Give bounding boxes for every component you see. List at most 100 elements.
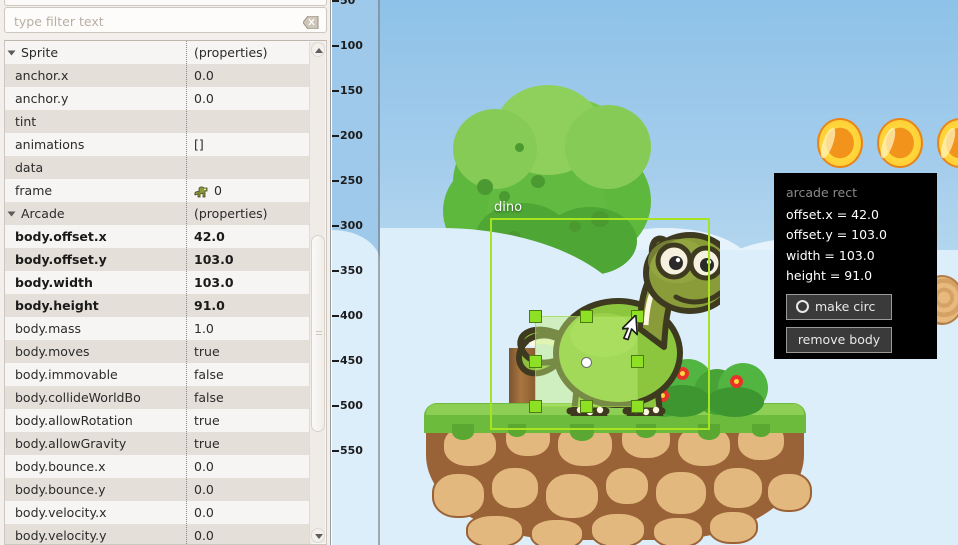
- property-value[interactable]: 103.0: [182, 252, 311, 267]
- scroll-down-arrow-icon[interactable]: [311, 528, 325, 543]
- ruler-tick-mark: [332, 224, 339, 227]
- scrollbar-thumb[interactable]: [311, 235, 325, 432]
- arcade-body-tooltip[interactable]: arcade rect offset.x = 42.0 offset.y = 1…: [774, 173, 937, 359]
- table-row[interactable]: frame 0: [5, 179, 311, 202]
- property-name-label: data: [15, 160, 44, 175]
- property-name-label: animations: [15, 137, 85, 152]
- ruler-tick-label: 550: [340, 444, 363, 457]
- property-name-label: body.bounce.y: [15, 482, 106, 497]
- property-value[interactable]: 0: [182, 183, 311, 198]
- table-row[interactable]: body.offset.x 42.0: [5, 225, 311, 248]
- table-row[interactable]: body.bounce.y 0.0: [5, 478, 311, 501]
- property-value[interactable]: (properties): [182, 45, 311, 60]
- property-value[interactable]: 0.0: [182, 528, 311, 543]
- property-name: Sprite: [5, 45, 182, 60]
- table-row[interactable]: body.allowRotation true: [5, 409, 311, 432]
- table-row[interactable]: body.immovable false: [5, 363, 311, 386]
- ruler-ticks: 50 100 150 200 250 300 350 400 450 500 550: [332, 0, 380, 545]
- property-name: body.height: [5, 298, 182, 313]
- property-value[interactable]: false: [182, 367, 311, 382]
- property-value[interactable]: 0.0: [182, 482, 311, 497]
- ruler-tick: 200: [332, 129, 363, 142]
- table-row[interactable]: animations []: [5, 133, 311, 156]
- resize-handle-se[interactable]: [631, 400, 644, 413]
- table-row[interactable]: body.height 91.0: [5, 294, 311, 317]
- filter-field[interactable]: [4, 7, 327, 33]
- property-value[interactable]: 91.0: [182, 298, 311, 313]
- property-value[interactable]: 42.0: [182, 229, 311, 244]
- table-row[interactable]: body.mass 1.0: [5, 317, 311, 340]
- tooltip-offset-y: offset.y = 103.0: [786, 227, 887, 242]
- ruler-tick-label: 100: [340, 39, 363, 52]
- table-row[interactable]: body.velocity.x 0.0: [5, 501, 311, 524]
- table-row[interactable]: Sprite (properties): [5, 41, 311, 64]
- property-value[interactable]: 103.0: [182, 275, 311, 290]
- table-row[interactable]: body.bounce.x 0.0: [5, 455, 311, 478]
- properties-scrollbar[interactable]: [309, 42, 325, 543]
- coin[interactable]: [817, 118, 863, 168]
- property-value[interactable]: []: [182, 137, 311, 152]
- table-row[interactable]: body.allowGravity true: [5, 432, 311, 455]
- resize-handle-e[interactable]: [631, 355, 644, 368]
- property-value[interactable]: 0.0: [182, 91, 311, 106]
- ruler-tick: 250: [332, 174, 363, 187]
- vertical-ruler[interactable]: 50 100 150 200 250 300 350 400 450 500 550: [332, 0, 380, 545]
- resize-handle-s[interactable]: [580, 400, 593, 413]
- table-row[interactable]: tint: [5, 110, 311, 133]
- property-value-label: false: [194, 390, 224, 405]
- properties-table[interactable]: Sprite (properties) anchor.x 0.0 anchor.y 0.0…: [4, 40, 327, 545]
- filter-input[interactable]: [14, 12, 284, 30]
- table-row[interactable]: body.offset.y 103.0: [5, 248, 311, 271]
- property-name-label: Sprite: [21, 45, 59, 60]
- property-name: body.allowGravity: [5, 436, 182, 451]
- circle-icon: [796, 300, 809, 313]
- property-value[interactable]: true: [182, 436, 311, 451]
- table-row[interactable]: data: [5, 156, 311, 179]
- property-name-label: body.mass: [15, 321, 81, 336]
- property-value-label: true: [194, 344, 220, 359]
- partial-clear-icon[interactable]: ⌫: [308, 0, 322, 3]
- property-name-label: anchor.y: [15, 91, 69, 106]
- property-value[interactable]: 1.0: [182, 321, 311, 336]
- twisty-expand-icon[interactable]: [7, 50, 16, 55]
- ruler-tick-mark: [332, 134, 339, 137]
- table-row[interactable]: body.velocity.y 0.0: [5, 524, 311, 544]
- clear-filter-icon[interactable]: [302, 14, 319, 30]
- coin[interactable]: [877, 118, 923, 168]
- property-name-label: body.bounce.x: [15, 459, 106, 474]
- resize-handle-nw[interactable]: [529, 310, 542, 323]
- property-value[interactable]: (properties): [182, 206, 311, 221]
- tooltip-title: arcade rect: [786, 185, 857, 200]
- ruler-tick-label: 450: [340, 354, 363, 367]
- property-value[interactable]: 0.0: [182, 68, 311, 83]
- property-value[interactable]: 0.0: [182, 459, 311, 474]
- twisty-expand-icon[interactable]: [7, 211, 16, 216]
- table-row[interactable]: Arcade (properties): [5, 202, 311, 225]
- property-name-label: body.collideWorldBo: [15, 390, 141, 405]
- resize-handle-w[interactable]: [529, 355, 542, 368]
- property-name: body.bounce.x: [5, 459, 182, 474]
- table-row[interactable]: body.collideWorldBo false: [5, 386, 311, 409]
- ruler-tick-mark: [332, 0, 339, 2]
- table-row[interactable]: body.width 103.0: [5, 271, 311, 294]
- property-value[interactable]: true: [182, 344, 311, 359]
- property-value[interactable]: false: [182, 390, 311, 405]
- resize-handle-n[interactable]: [580, 310, 593, 323]
- table-row[interactable]: body.moves true: [5, 340, 311, 363]
- make-circle-button[interactable]: make circ: [786, 293, 892, 320]
- selection-rect[interactable]: [490, 218, 710, 430]
- tooltip-offset-x: offset.x = 42.0: [786, 206, 879, 222]
- property-value[interactable]: 0.0: [182, 505, 311, 520]
- table-row[interactable]: anchor.y 0.0: [5, 87, 311, 110]
- remove-body-button[interactable]: remove body: [786, 326, 892, 353]
- resize-handle-sw[interactable]: [529, 400, 542, 413]
- ruler-tick-label: 300: [340, 219, 363, 232]
- scroll-up-arrow-icon[interactable]: [311, 42, 325, 57]
- property-name: Arcade: [5, 206, 182, 221]
- property-value[interactable]: true: [182, 413, 311, 428]
- table-row[interactable]: anchor.x 0.0: [5, 64, 311, 87]
- property-value-label: (properties): [194, 45, 268, 60]
- body-center-point[interactable]: [581, 357, 592, 368]
- grass-drip: [452, 424, 474, 440]
- partial-top-field[interactable]: ⌫: [4, 0, 327, 6]
